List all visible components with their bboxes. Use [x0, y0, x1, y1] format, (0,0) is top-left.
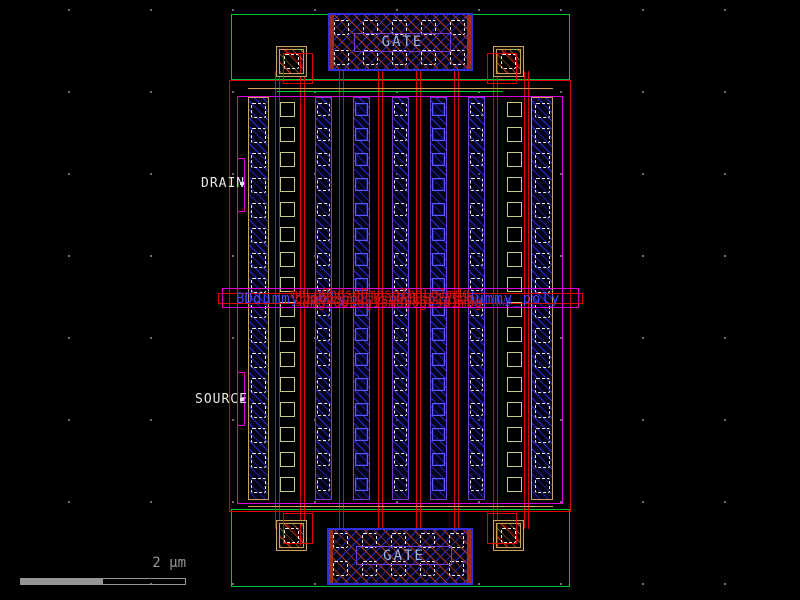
grid-dot [68, 419, 70, 421]
gate-pad-contact [333, 561, 348, 576]
grid-dot [68, 337, 70, 339]
grid-dot [150, 9, 152, 11]
gate-label-bottom: GATE [356, 549, 452, 563]
corner-pad-offset [487, 513, 517, 544]
gate-pad-contact [334, 50, 349, 65]
scale-label: 2 µm [130, 556, 186, 570]
grid-dot [724, 337, 726, 339]
gate-pad-contact [450, 50, 465, 65]
grid-dot [396, 9, 398, 11]
grid-dot [68, 91, 70, 93]
grid-dot [642, 9, 644, 11]
grid-dot [724, 419, 726, 421]
source-label-tick [240, 398, 244, 401]
gate-pad-contact [450, 20, 465, 35]
grid-dot [724, 501, 726, 503]
grid-dot [68, 9, 70, 11]
gate-pad-contact [333, 533, 348, 548]
band-prefix-label: BD [236, 292, 253, 306]
grid-dot [150, 501, 152, 503]
grid-dot [724, 255, 726, 257]
li-line-bottom [248, 506, 553, 507]
net-label-overlap-3: dmgs0bLdg1smdb0gLsd1mbg [302, 297, 482, 311]
gate-pad-contact [421, 50, 436, 65]
grid-dot [724, 91, 726, 93]
grid-dot [642, 583, 644, 585]
drain-label: DRAIN [201, 177, 245, 191]
scale-bar-hollow [102, 578, 186, 585]
li-line-top [248, 88, 553, 89]
grid-dot [642, 419, 644, 421]
diff-line-top [277, 91, 503, 92]
grid-dot [150, 255, 152, 257]
grid-dot [232, 9, 234, 11]
grid-dot [642, 337, 644, 339]
grid-dot [642, 255, 644, 257]
grid-dot [724, 583, 726, 585]
grid-dot [150, 91, 152, 93]
gate-pad-contact [363, 50, 378, 65]
grid-dot [478, 9, 480, 11]
gate-pad-contact [392, 50, 407, 65]
gate-pad-strip-right [467, 15, 471, 69]
grid-dot [68, 255, 70, 257]
grid-dot [150, 173, 152, 175]
grid-dot [724, 9, 726, 11]
grid-dot [724, 173, 726, 175]
grid-dot [68, 501, 70, 503]
gate-pad-strip-right [467, 530, 471, 583]
drain-label-tick [240, 182, 244, 185]
corner-pad-offset [487, 53, 517, 84]
grid-dot [560, 9, 562, 11]
grid-dot [642, 501, 644, 503]
gate-label-top: GATE [354, 35, 451, 49]
gate-pad-contact [334, 20, 349, 35]
grid-dot [642, 173, 644, 175]
grid-dot [68, 173, 70, 175]
grid-dot [642, 91, 644, 93]
layout-canvas[interactable]: DRAIN SOURCE GATE GATE BD dummy_poly D0_… [0, 0, 800, 600]
corner-pad-offset [283, 513, 313, 544]
grid-dot [150, 419, 152, 421]
grid-dot [150, 337, 152, 339]
corner-pad-offset [283, 53, 313, 84]
scale-bar-solid [20, 578, 102, 585]
grid-dot [314, 9, 316, 11]
